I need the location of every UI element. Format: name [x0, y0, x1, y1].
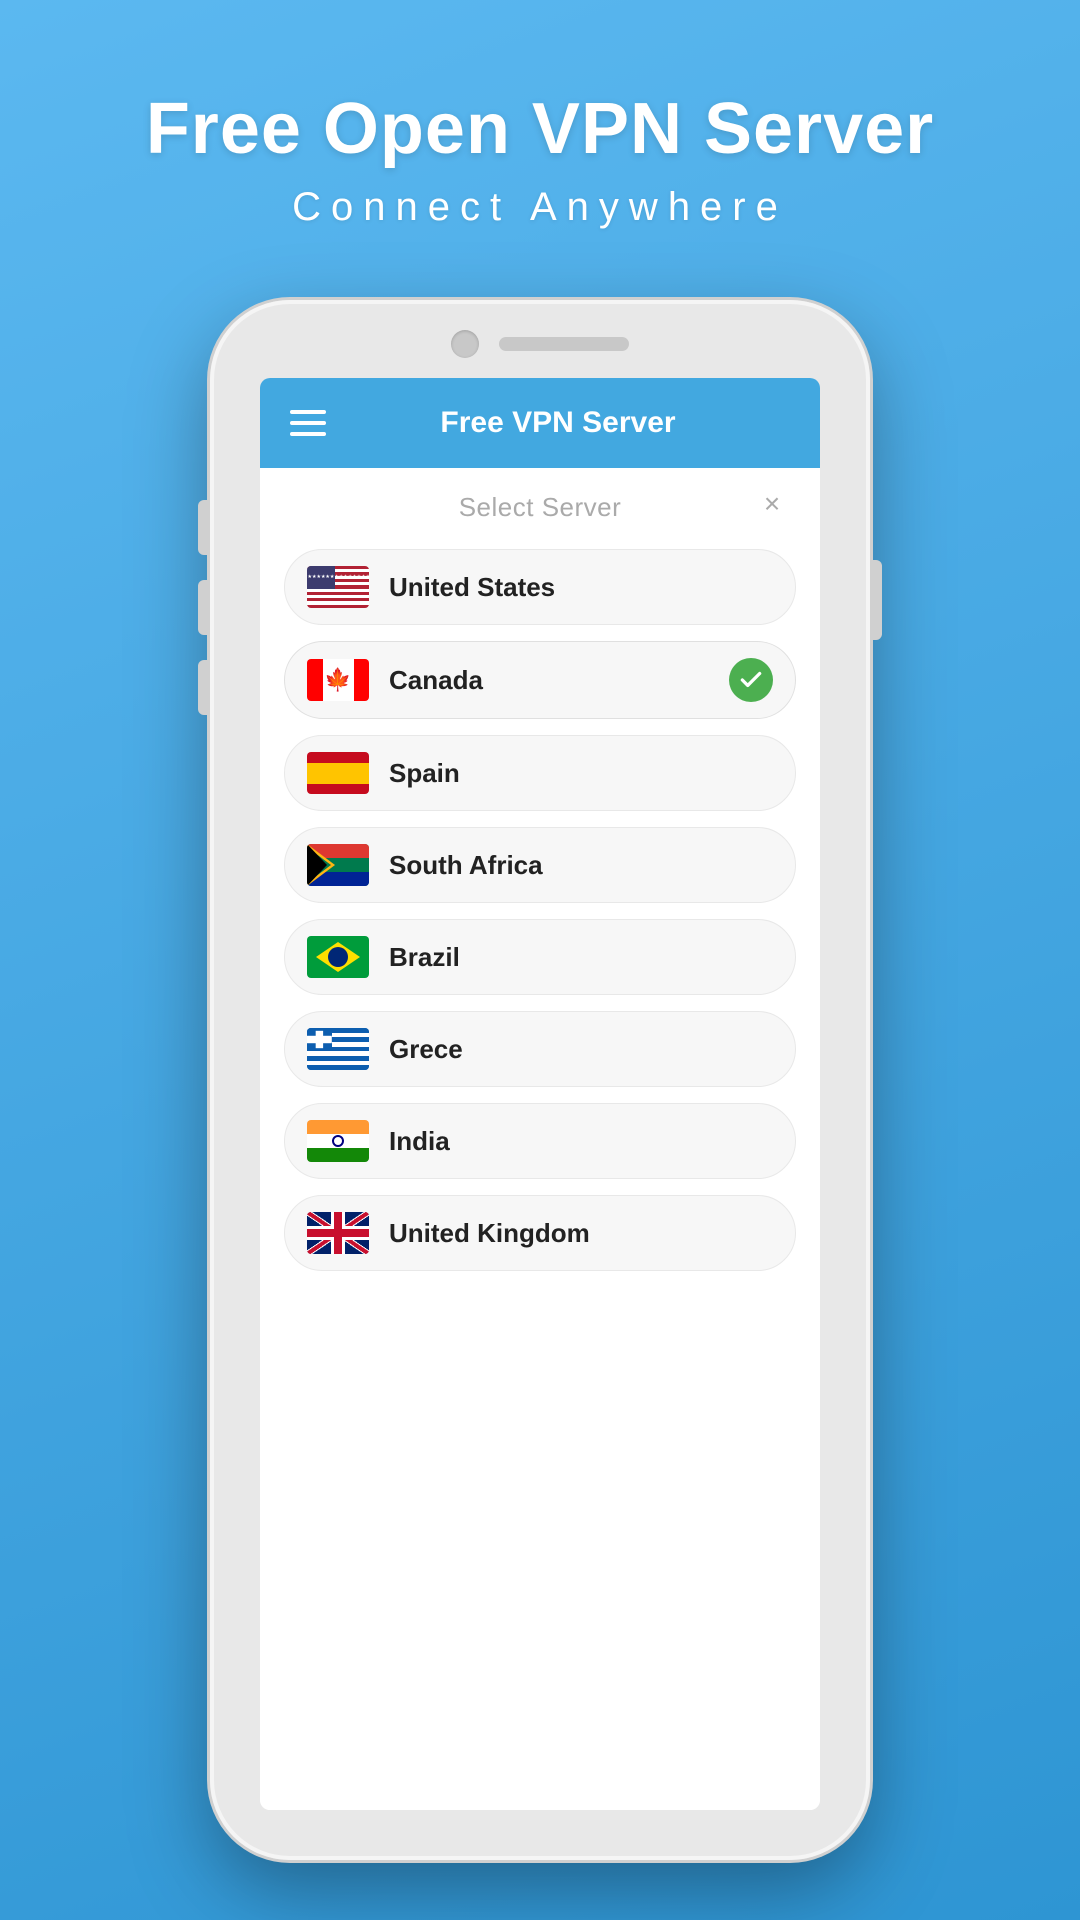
server-name-ca: Canada: [389, 665, 709, 696]
server-name-in: India: [389, 1126, 773, 1157]
close-button[interactable]: ×: [754, 486, 790, 522]
server-name-gr: Grece: [389, 1034, 773, 1065]
server-item-gr[interactable]: Grece: [284, 1011, 796, 1087]
server-item-us[interactable]: ★★★★★★★★★★★★★★★★★★★★★★★★★★★★★★★★★★★★★★★★…: [284, 549, 796, 625]
phone-speaker: [499, 337, 629, 351]
app-topbar: Free VPN Server: [260, 378, 820, 468]
flag-in: [307, 1120, 369, 1162]
flag-es: [307, 752, 369, 794]
server-item-za[interactable]: South Africa: [284, 827, 796, 903]
flag-ca: 🍁: [307, 659, 369, 701]
server-item-gb[interactable]: United Kingdom: [284, 1195, 796, 1271]
server-item-es[interactable]: Spain: [284, 735, 796, 811]
phone-frame: Free VPN Server Select Server ×: [210, 300, 870, 1860]
phone-top-bar: [210, 300, 870, 358]
server-item-br[interactable]: Brazil: [284, 919, 796, 995]
server-select-dialog: Select Server ×: [260, 468, 820, 1810]
page-background: Free Open VPN Server Connect Anywhere Fr…: [0, 0, 1080, 1920]
server-name-gb: United Kingdom: [389, 1218, 773, 1249]
flag-br: [307, 936, 369, 978]
server-name-br: Brazil: [389, 942, 773, 973]
header-section: Free Open VPN Server Connect Anywhere: [146, 90, 934, 230]
page-subtitle: Connect Anywhere: [146, 185, 934, 230]
server-list: ★★★★★★★★★★★★★★★★★★★★★★★★★★★★★★★★★★★★★★★★…: [260, 539, 820, 1810]
flag-gr: [307, 1028, 369, 1070]
server-name-za: South Africa: [389, 850, 773, 881]
app-screen: Free VPN Server Select Server ×: [260, 378, 820, 1810]
flag-gb: [307, 1212, 369, 1254]
dialog-title: Select Server: [459, 492, 622, 523]
app-title: Free VPN Server: [326, 406, 790, 440]
flag-za: [307, 844, 369, 886]
server-name-es: Spain: [389, 758, 773, 789]
dialog-header: Select Server ×: [260, 468, 820, 539]
server-item-ca[interactable]: 🍁 Canada: [284, 641, 796, 719]
phone-camera: [451, 330, 479, 358]
server-name-us: United States: [389, 572, 773, 603]
server-item-in[interactable]: India: [284, 1103, 796, 1179]
menu-button[interactable]: [290, 410, 326, 436]
flag-us: ★★★★★★★★★★★★★★★★★★★★★★★★★★★★★★★★★★★★★★★★…: [307, 566, 369, 608]
page-title: Free Open VPN Server: [146, 90, 934, 169]
selected-check-ca: [729, 658, 773, 702]
